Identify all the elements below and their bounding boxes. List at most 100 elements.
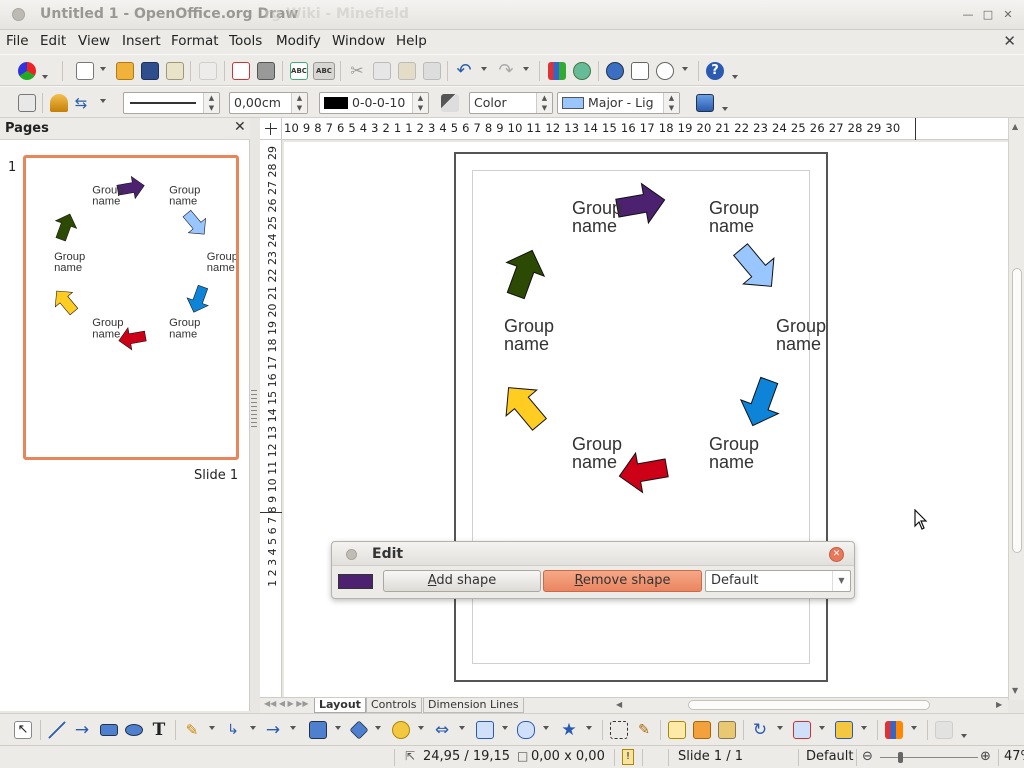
thumb-group-name-label[interactable]: Group name [207, 251, 238, 274]
chevron-down-icon[interactable] [502, 726, 508, 730]
window-close-icon[interactable]: ✕ [1000, 7, 1016, 23]
arrange-icon[interactable] [835, 721, 853, 739]
chevron-down-icon[interactable] [418, 726, 424, 730]
chevron-down-icon[interactable] [777, 726, 783, 730]
block-arrows-icon[interactable]: ⇔ [433, 721, 451, 739]
chevron-down-icon[interactable] [459, 726, 465, 730]
callouts-icon[interactable] [517, 721, 535, 739]
navigator-icon[interactable] [606, 62, 624, 80]
undo-icon[interactable]: ↶ [455, 62, 473, 80]
menu-format[interactable]: Format [171, 33, 219, 49]
redo-icon[interactable]: ↷ [497, 62, 515, 80]
dialog-menu-icon[interactable] [346, 549, 357, 560]
scroll-down-icon[interactable]: ▼ [1012, 686, 1018, 695]
tab-dimension-lines[interactable]: Dimension Lines [423, 698, 524, 713]
document-close-icon[interactable]: ✕ [1003, 32, 1016, 50]
menu-edit[interactable]: Edit [40, 33, 66, 49]
chevron-down-icon[interactable] [335, 726, 341, 730]
3d-objects-icon[interactable] [309, 721, 327, 739]
group-name-label[interactable]: Group name [572, 198, 622, 236]
chevron-down-icon[interactable] [861, 726, 867, 730]
arrow-shape[interactable] [616, 448, 670, 496]
menu-insert[interactable]: Insert [122, 33, 161, 49]
extrusion-icon[interactable] [935, 721, 953, 739]
chevron-down-icon[interactable] [523, 67, 529, 71]
group-name-label[interactable]: Group name [709, 198, 759, 236]
close-icon[interactable]: ✕ [234, 119, 246, 135]
chevron-down-icon[interactable] [100, 67, 106, 71]
line-arrow-tool-icon[interactable]: → [73, 721, 91, 739]
ellipse-tool-icon[interactable] [125, 724, 143, 736]
styles-icon[interactable] [18, 94, 36, 112]
menu-file[interactable]: File [6, 33, 29, 49]
group-name-label[interactable]: Group name [709, 434, 759, 472]
flowchart-icon[interactable] [476, 721, 494, 739]
glue-points-icon[interactable]: ✎ [635, 721, 653, 739]
insert-chart-icon[interactable] [885, 721, 903, 739]
vertical-scrollbar[interactable]: ▲ ▼ [1008, 118, 1024, 700]
thumb-arrow-shape[interactable] [183, 283, 213, 316]
slide-thumbnail[interactable]: Group name Group name Group name Group name Grou… [23, 155, 239, 460]
lines-arrows-icon[interactable]: → [264, 721, 282, 739]
arrow-shape[interactable] [725, 237, 786, 299]
cut-icon[interactable]: ✂ [348, 62, 366, 80]
group-name-label[interactable]: Group name [776, 316, 826, 354]
thumb-group-name-label[interactable]: Group name [92, 317, 123, 340]
gallery-tool-icon[interactable] [718, 721, 736, 739]
tab-controls[interactable]: Controls [366, 698, 422, 713]
symbol-shapes-icon[interactable] [392, 721, 410, 739]
chevron-down-icon[interactable] [100, 99, 106, 103]
menu-tools[interactable]: Tools [229, 33, 262, 49]
select-arrow-icon[interactable]: ↖ [14, 721, 32, 739]
chevron-down-icon[interactable] [586, 726, 592, 730]
stars-icon[interactable]: ★ [560, 721, 578, 739]
style-select[interactable]: Default ▼ [705, 570, 851, 592]
rotate-icon[interactable]: ↻ [751, 721, 769, 739]
zoom-icon[interactable] [656, 62, 674, 80]
group-name-label[interactable]: Group name [572, 434, 622, 472]
window-menu-icon[interactable] [12, 8, 25, 21]
email-icon[interactable] [166, 62, 184, 80]
thumb-arrow-shape[interactable] [48, 284, 83, 319]
color-circle-icon[interactable] [18, 62, 36, 80]
thumb-group-name-label[interactable]: Group name [92, 185, 123, 208]
thumb-group-name-label[interactable]: Group name [169, 185, 200, 208]
scroll-up-icon[interactable]: ▲ [1012, 122, 1018, 131]
thumb-group-name-label[interactable]: Group name [169, 317, 200, 340]
chevron-down-icon[interactable] [961, 734, 967, 738]
chevron-down-icon[interactable] [682, 67, 688, 71]
edit-dialog-titlebar[interactable]: Edit ✕ [332, 542, 854, 566]
line-width-field[interactable]: 0,00cm ▲ ▼ [229, 92, 308, 114]
clone-formatting-icon[interactable] [423, 62, 441, 80]
spellcheck-icon[interactable]: ABC [290, 62, 308, 80]
line-tool-icon[interactable] [48, 721, 66, 739]
chevron-down-icon[interactable] [722, 107, 728, 111]
menu-modify[interactable]: Modify [276, 33, 321, 49]
panel-splitter-handle[interactable] [251, 390, 257, 430]
scroll-left-icon[interactable]: ◀ [616, 700, 622, 709]
new-document-icon[interactable] [76, 62, 94, 80]
menu-help[interactable]: Help [396, 33, 427, 49]
text-tool-icon[interactable]: T [150, 721, 168, 739]
export-pdf-icon[interactable] [232, 62, 250, 80]
arrow-shape[interactable] [493, 375, 554, 437]
copy-icon[interactable] [373, 62, 391, 80]
menu-view[interactable]: View [78, 33, 110, 49]
chevron-down-icon[interactable] [42, 75, 48, 79]
arrow-style-icon[interactable]: ⇆ [72, 94, 90, 112]
zoom-in-icon[interactable]: ⊕ [980, 749, 991, 764]
paste-icon[interactable] [398, 62, 416, 80]
basic-shapes-icon[interactable] [349, 720, 369, 740]
rectangle-tool-icon[interactable] [100, 724, 118, 736]
arrow-shape[interactable] [497, 244, 551, 303]
chevron-down-icon[interactable] [543, 726, 549, 730]
line-color-select[interactable]: 0-0-0-10 ▲ ▼ [319, 92, 429, 114]
chevron-down-icon[interactable] [732, 75, 738, 79]
thumb-group-name-label[interactable]: Group name [54, 251, 85, 274]
zoom-slider-handle[interactable] [898, 752, 903, 763]
add-shape-button[interactable]: Add shape [383, 570, 541, 592]
fontwork-gallery-icon[interactable] [668, 721, 686, 739]
area-color-select[interactable]: Major - Lig ▲ ▼ [557, 92, 680, 114]
fontwork-icon[interactable] [573, 62, 591, 80]
shadow-icon[interactable] [696, 94, 714, 112]
